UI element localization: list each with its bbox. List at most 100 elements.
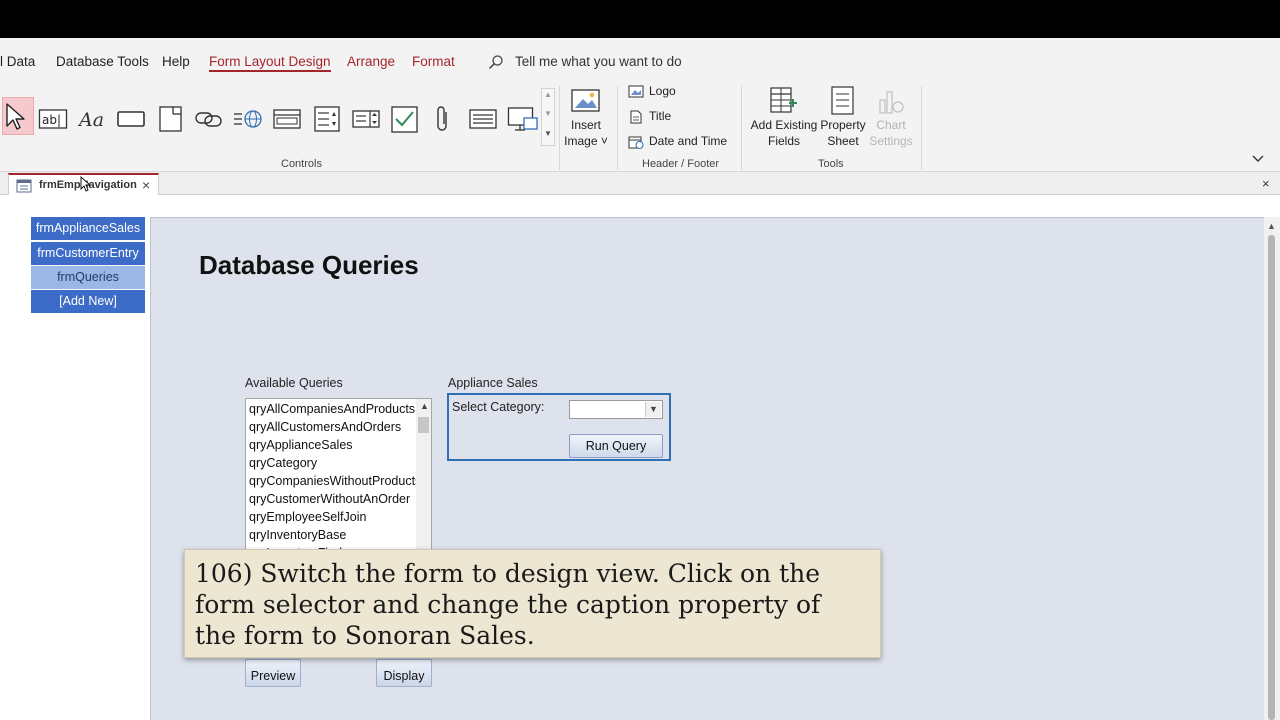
ribbon: ab| Aa ▲ ▼ ▼ Controls Insert Image ˅ Log… <box>0 82 1280 172</box>
navigation-control-tool-button[interactable] <box>272 104 302 134</box>
group-separator <box>741 86 742 170</box>
calendar-clock-icon <box>628 136 644 149</box>
hyperlink-tool-button[interactable] <box>194 104 224 134</box>
preview-button[interactable]: Preview <box>245 659 301 687</box>
mouse-cursor-icon <box>80 176 92 192</box>
combo-box-tool-button[interactable] <box>351 104 381 134</box>
caption-text: 106) Switch the form to design view. Cli… <box>195 559 821 650</box>
group-separator <box>921 86 922 170</box>
queries-list-box[interactable]: qryAllCompaniesAndProducts qryAllCustome… <box>245 398 432 550</box>
display-button[interactable]: Display <box>376 659 432 687</box>
tab-format[interactable]: Format <box>412 54 455 69</box>
label-tool-button[interactable]: Aa <box>77 104 108 134</box>
pointer-icon <box>6 103 25 130</box>
preview-button-label: Preview <box>250 669 296 683</box>
chevron-down-icon[interactable]: ▼ <box>645 402 661 417</box>
logo-icon <box>628 85 644 98</box>
list-box-scrollbar[interactable]: ▲ <box>416 399 431 549</box>
scroll-up-icon[interactable]: ▲ <box>1267 221 1276 231</box>
run-query-button[interactable]: Run Query <box>569 434 663 458</box>
list-box-tool-button[interactable] <box>468 104 498 134</box>
logo-label: Logo <box>649 84 676 98</box>
tab-arrange[interactable]: Arrange <box>347 54 395 69</box>
tab-control-tool-button[interactable] <box>156 104 186 134</box>
chart-settings-button: Chart Settings <box>866 84 916 152</box>
label-icon: Aa <box>77 109 104 131</box>
textbox-glyph: ab| <box>42 113 61 127</box>
property-sheet-icon <box>831 86 854 115</box>
image-control-tool-button[interactable] <box>507 104 538 134</box>
list-item[interactable]: qryAllCustomersAndOrders <box>249 420 417 434</box>
form-icon <box>16 179 32 193</box>
list-item[interactable]: qryApplianceSales <box>249 438 417 452</box>
group-separator <box>617 86 618 170</box>
web-browser-tool-button[interactable] <box>233 104 263 134</box>
category-combo-box[interactable]: ▼ <box>569 400 663 419</box>
add-existing-fields-label-2: Fields <box>767 134 800 148</box>
scroll-thumb[interactable] <box>1268 235 1275 720</box>
tab-help[interactable]: Help <box>162 54 190 69</box>
tools-group-label: Tools <box>818 158 844 170</box>
list-item[interactable]: qryCategory <box>249 456 417 470</box>
list-item[interactable]: qryCompaniesWithoutProducts <box>249 474 417 488</box>
collapse-ribbon-icon[interactable] <box>1252 155 1264 163</box>
scroll-thumb[interactable] <box>418 417 429 433</box>
property-sheet-label-2: Sheet <box>827 134 859 148</box>
date-time-label: Date and Time <box>649 134 728 148</box>
title-label: Title <box>649 109 672 123</box>
controls-gallery-scroll[interactable]: ▲ ▼ ▼ <box>541 88 555 146</box>
list-box-icon <box>469 109 497 129</box>
form-title: Database Queries <box>199 250 419 280</box>
nav-item-frmappliancesales[interactable]: frmApplianceSales <box>31 217 145 240</box>
nav-item-frmqueries[interactable]: frmQueries <box>31 266 145 289</box>
insert-image-button[interactable]: Insert Image ˅ <box>564 84 608 152</box>
tab-database-tools[interactable]: Database Tools <box>56 54 149 69</box>
gallery-up-icon: ▲ <box>544 90 552 99</box>
select-tool-button[interactable] <box>2 97 34 135</box>
title-icon <box>630 110 642 124</box>
list-item[interactable]: qryCustomerWithoutAnOrder <box>249 492 417 506</box>
close-document-icon[interactable]: × <box>1262 176 1270 191</box>
insert-image-label-2: Image ˅ <box>564 134 608 148</box>
image-icon <box>571 89 600 112</box>
ribbon-tab-bar: l Data Database Tools Help Form Layout D… <box>0 38 1280 82</box>
list-item[interactable]: qryEmployeeSelfJoin <box>249 510 417 524</box>
scroll-up-icon[interactable]: ▲ <box>420 401 429 411</box>
paperclip-icon <box>437 106 447 131</box>
select-category-label: Select Category: <box>452 400 545 414</box>
header-footer-group-label: Header / Footer <box>642 158 720 170</box>
textbox-tool-button[interactable]: ab| <box>38 104 68 134</box>
appliance-sales-group: Select Category: ▼ Run Query <box>447 393 671 461</box>
add-existing-fields-label-1: Add Existing <box>750 118 818 132</box>
command-button-icon <box>117 111 145 127</box>
monitor-icon <box>507 107 538 131</box>
gallery-more-icon: ▼ <box>544 129 552 138</box>
property-sheet-button[interactable]: Property Sheet <box>818 84 868 152</box>
attachment-tool-button[interactable] <box>429 104 459 134</box>
chart-settings-label-2: Settings <box>869 134 913 148</box>
insert-image-label-1: Insert <box>570 118 601 132</box>
label-glyph: Aa <box>78 109 104 131</box>
check-box-icon <box>391 106 418 133</box>
textbox-icon: ab| <box>38 109 68 129</box>
button-tool-button[interactable] <box>116 104 146 134</box>
appliance-sales-label: Appliance Sales <box>448 376 538 390</box>
list-item[interactable]: qryAllCompaniesAndProducts <box>249 402 417 416</box>
add-fields-icon <box>770 87 797 113</box>
navigation-control-icon <box>273 109 301 129</box>
globe-icon <box>234 110 262 128</box>
controls-group-label: Controls <box>281 158 322 170</box>
list-item[interactable]: qryInventoryBase <box>249 528 417 542</box>
group-separator <box>559 86 560 170</box>
nav-item-add-new[interactable]: [Add New] <box>31 290 145 313</box>
close-tab-icon[interactable]: × <box>142 177 150 193</box>
checkbox-tool-button[interactable] <box>390 104 420 134</box>
option-group-tool-button[interactable] <box>312 104 342 134</box>
nav-item-frmcustomerentry[interactable]: frmCustomerEntry <box>31 242 145 265</box>
form-vertical-scrollbar[interactable]: ▲ <box>1264 217 1280 720</box>
gallery-down-icon: ▼ <box>544 109 552 118</box>
tab-external-data[interactable]: l Data <box>0 54 35 69</box>
chart-settings-label-1: Chart <box>876 118 906 132</box>
tab-form-layout-design[interactable]: Form Layout Design <box>209 54 331 72</box>
add-existing-fields-button[interactable]: Add Existing Fields <box>748 84 820 152</box>
